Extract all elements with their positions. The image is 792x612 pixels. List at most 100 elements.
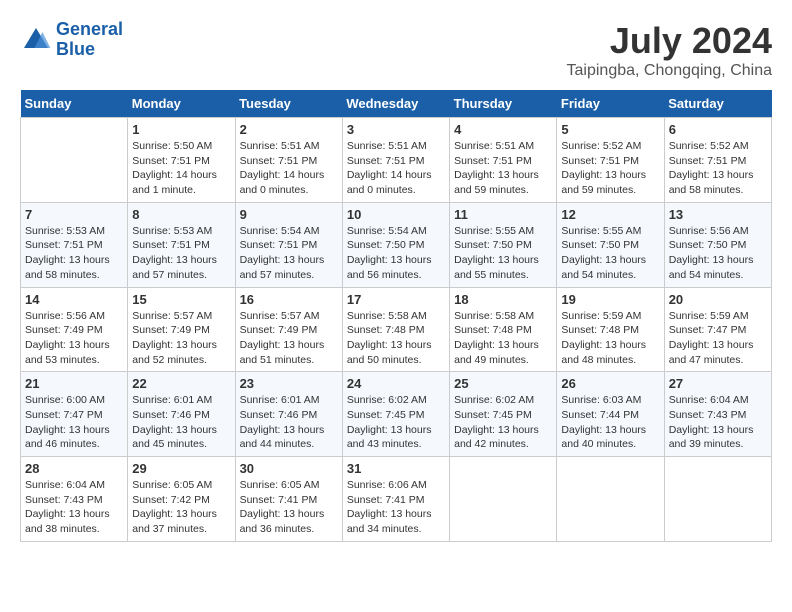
page-header: General Blue July 2024 Taipingba, Chongq… — [20, 20, 772, 80]
calendar-cell: 20 Sunrise: 5:59 AM Sunset: 7:47 PM Dayli… — [664, 287, 771, 372]
logo-text: General Blue — [56, 20, 123, 60]
day-number: 28 — [25, 461, 123, 476]
logo-blue: Blue — [56, 39, 95, 59]
day-info: Sunrise: 6:03 AM Sunset: 7:44 PM Dayligh… — [561, 393, 659, 452]
calendar-cell: 21Sunrise: 6:00 AM Sunset: 7:47 PM Dayli… — [21, 372, 128, 457]
day-info: Sunrise: 6:00 AM Sunset: 7:47 PM Dayligh… — [25, 393, 123, 452]
day-number: 8 — [132, 207, 230, 222]
calendar-cell: 22 Sunrise: 6:01 AM Sunset: 7:46 PM Dayli… — [128, 372, 235, 457]
calendar-cell: 11 Sunrise: 5:55 AM Sunset: 7:50 PM Dayli… — [450, 202, 557, 287]
calendar-cell: 7 Sunrise: 5:53 AM Sunset: 7:51 PM Daylig… — [21, 202, 128, 287]
day-number: 20 — [669, 292, 767, 307]
calendar-cell: 27 Sunrise: 6:04 AM Sunset: 7:43 PM Dayli… — [664, 372, 771, 457]
calendar-cell: 10 Sunrise: 5:54 AM Sunset: 7:50 PM Dayli… — [342, 202, 449, 287]
day-number: 29 — [132, 461, 230, 476]
weekday-tuesday: Tuesday — [235, 90, 342, 118]
day-number: 30 — [240, 461, 338, 476]
day-info: Sunrise: 5:56 AM Sunset: 7:50 PM Dayligh… — [669, 224, 767, 283]
day-number: 7 — [25, 207, 123, 222]
calendar-cell: 17Sunrise: 5:58 AM Sunset: 7:48 PM Dayli… — [342, 287, 449, 372]
day-number: 13 — [669, 207, 767, 222]
calendar-cell: 5Sunrise: 5:52 AM Sunset: 7:51 PM Daylig… — [557, 118, 664, 203]
day-info: Sunrise: 6:04 AM Sunset: 7:43 PM Dayligh… — [669, 393, 767, 452]
weekday-sunday: Sunday — [21, 90, 128, 118]
calendar-cell: 14 Sunrise: 5:56 AM Sunset: 7:49 PM Dayli… — [21, 287, 128, 372]
day-info: Sunrise: 5:52 AM Sunset: 7:51 PM Dayligh… — [669, 139, 767, 198]
day-info: Sunrise: 5:52 AM Sunset: 7:51 PM Dayligh… — [561, 139, 659, 198]
day-info: Sunrise: 6:01 AM Sunset: 7:46 PM Dayligh… — [240, 393, 338, 452]
day-info: Sunrise: 5:58 AM Sunset: 7:48 PM Dayligh… — [347, 309, 445, 368]
calendar-cell — [557, 457, 664, 542]
week-row-2: 7 Sunrise: 5:53 AM Sunset: 7:51 PM Daylig… — [21, 202, 772, 287]
day-number: 6 — [669, 122, 767, 137]
calendar-cell: 18 Sunrise: 5:58 AM Sunset: 7:48 PM Dayli… — [450, 287, 557, 372]
day-number: 31 — [347, 461, 445, 476]
calendar-cell: 25 Sunrise: 6:02 AM Sunset: 7:45 PM Dayli… — [450, 372, 557, 457]
day-info: Sunrise: 5:54 AM Sunset: 7:51 PM Dayligh… — [240, 224, 338, 283]
logo-general: General — [56, 19, 123, 39]
day-info: Sunrise: 5:55 AM Sunset: 7:50 PM Dayligh… — [454, 224, 552, 283]
weekday-header-row: SundayMondayTuesdayWednesdayThursdayFrid… — [21, 90, 772, 118]
week-row-3: 14 Sunrise: 5:56 AM Sunset: 7:49 PM Dayli… — [21, 287, 772, 372]
calendar-cell — [450, 457, 557, 542]
calendar-cell: 24Sunrise: 6:02 AM Sunset: 7:45 PM Dayli… — [342, 372, 449, 457]
day-info: Sunrise: 5:57 AM Sunset: 7:49 PM Dayligh… — [240, 309, 338, 368]
day-number: 16 — [240, 292, 338, 307]
day-info: Sunrise: 6:05 AM Sunset: 7:42 PM Dayligh… — [132, 478, 230, 537]
day-info: Sunrise: 5:59 AM Sunset: 7:47 PM Dayligh… — [669, 309, 767, 368]
calendar-cell: 9 Sunrise: 5:54 AM Sunset: 7:51 PM Daylig… — [235, 202, 342, 287]
day-number: 18 — [454, 292, 552, 307]
logo: General Blue — [20, 20, 123, 60]
calendar-cell: 30 Sunrise: 6:05 AM Sunset: 7:41 PM Dayli… — [235, 457, 342, 542]
day-number: 10 — [347, 207, 445, 222]
weekday-thursday: Thursday — [450, 90, 557, 118]
weekday-wednesday: Wednesday — [342, 90, 449, 118]
weekday-monday: Monday — [128, 90, 235, 118]
calendar-cell: 15 Sunrise: 5:57 AM Sunset: 7:49 PM Dayli… — [128, 287, 235, 372]
weekday-saturday: Saturday — [664, 90, 771, 118]
week-row-1: 1Sunrise: 5:50 AM Sunset: 7:51 PM Daylig… — [21, 118, 772, 203]
day-number: 19 — [561, 292, 659, 307]
day-info: Sunrise: 5:51 AM Sunset: 7:51 PM Dayligh… — [347, 139, 445, 198]
calendar-cell: 28 Sunrise: 6:04 AM Sunset: 7:43 PM Dayli… — [21, 457, 128, 542]
day-info: Sunrise: 5:57 AM Sunset: 7:49 PM Dayligh… — [132, 309, 230, 368]
day-info: Sunrise: 6:06 AM Sunset: 7:41 PM Dayligh… — [347, 478, 445, 537]
day-info: Sunrise: 5:54 AM Sunset: 7:50 PM Dayligh… — [347, 224, 445, 283]
calendar-cell: 4Sunrise: 5:51 AM Sunset: 7:51 PM Daylig… — [450, 118, 557, 203]
day-number: 11 — [454, 207, 552, 222]
day-info: Sunrise: 5:56 AM Sunset: 7:49 PM Dayligh… — [25, 309, 123, 368]
day-number: 23 — [240, 376, 338, 391]
day-number: 14 — [25, 292, 123, 307]
day-number: 24 — [347, 376, 445, 391]
day-number: 25 — [454, 376, 552, 391]
calendar-cell: 6 Sunrise: 5:52 AM Sunset: 7:51 PM Daylig… — [664, 118, 771, 203]
day-number: 9 — [240, 207, 338, 222]
title-area: July 2024 Taipingba, Chongqing, China — [567, 20, 772, 80]
calendar-cell: 3 Sunrise: 5:51 AM Sunset: 7:51 PM Daylig… — [342, 118, 449, 203]
calendar-cell: 12Sunrise: 5:55 AM Sunset: 7:50 PM Dayli… — [557, 202, 664, 287]
calendar-cell: 1Sunrise: 5:50 AM Sunset: 7:51 PM Daylig… — [128, 118, 235, 203]
day-info: Sunrise: 5:53 AM Sunset: 7:51 PM Dayligh… — [132, 224, 230, 283]
day-info: Sunrise: 5:53 AM Sunset: 7:51 PM Dayligh… — [25, 224, 123, 283]
day-info: Sunrise: 6:05 AM Sunset: 7:41 PM Dayligh… — [240, 478, 338, 537]
day-number: 26 — [561, 376, 659, 391]
day-info: Sunrise: 6:02 AM Sunset: 7:45 PM Dayligh… — [454, 393, 552, 452]
day-info: Sunrise: 6:04 AM Sunset: 7:43 PM Dayligh… — [25, 478, 123, 537]
calendar-cell: 2Sunrise: 5:51 AM Sunset: 7:51 PM Daylig… — [235, 118, 342, 203]
day-number: 27 — [669, 376, 767, 391]
day-number: 15 — [132, 292, 230, 307]
calendar-table: SundayMondayTuesdayWednesdayThursdayFrid… — [20, 90, 772, 542]
calendar-cell: 13 Sunrise: 5:56 AM Sunset: 7:50 PM Dayli… — [664, 202, 771, 287]
day-number: 12 — [561, 207, 659, 222]
day-info: Sunrise: 5:58 AM Sunset: 7:48 PM Dayligh… — [454, 309, 552, 368]
day-info: Sunrise: 5:51 AM Sunset: 7:51 PM Dayligh… — [240, 139, 338, 198]
month-title: July 2024 — [567, 20, 772, 62]
calendar-cell: 26 Sunrise: 6:03 AM Sunset: 7:44 PM Dayli… — [557, 372, 664, 457]
day-number: 3 — [347, 122, 445, 137]
day-number: 1 — [132, 122, 230, 137]
day-info: Sunrise: 6:01 AM Sunset: 7:46 PM Dayligh… — [132, 393, 230, 452]
day-number: 22 — [132, 376, 230, 391]
calendar-cell — [664, 457, 771, 542]
day-info: Sunrise: 5:51 AM Sunset: 7:51 PM Dayligh… — [454, 139, 552, 198]
calendar-cell: 8 Sunrise: 5:53 AM Sunset: 7:51 PM Daylig… — [128, 202, 235, 287]
